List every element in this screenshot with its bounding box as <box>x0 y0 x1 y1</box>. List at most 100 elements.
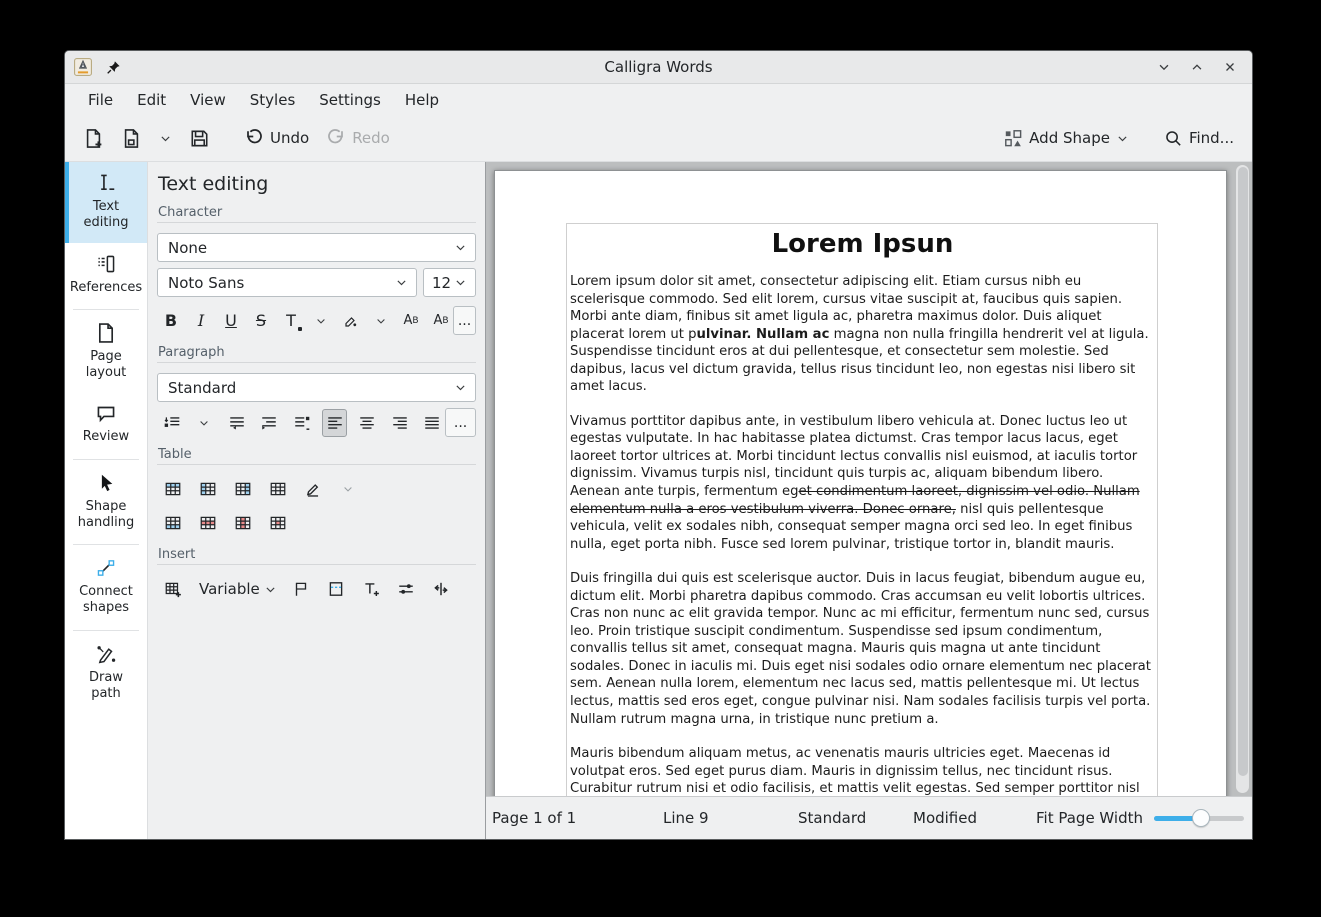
menu-view[interactable]: View <box>179 88 237 112</box>
new-document-button[interactable] <box>79 123 108 154</box>
character-style-value: None <box>168 239 454 257</box>
open-recent-dropdown[interactable] <box>155 127 176 150</box>
configure-variables-button[interactable] <box>392 575 420 603</box>
variable-label: Variable <box>199 580 260 598</box>
character-style-dropdown[interactable]: None <box>157 233 476 262</box>
status-zoom-mode[interactable]: Fit Page Width <box>1036 809 1143 827</box>
table-border-dropdown[interactable] <box>334 475 362 503</box>
highlight-color-dropdown[interactable] <box>369 308 393 334</box>
insert-text-button[interactable] <box>357 575 385 603</box>
bookmark-flag-icon <box>292 580 310 598</box>
tab-separator <box>73 544 139 545</box>
align-center-button[interactable] <box>354 409 380 437</box>
menu-file[interactable]: File <box>77 88 124 112</box>
insert-bookmark-button[interactable] <box>287 575 315 603</box>
section-rule <box>157 564 476 565</box>
sidebar-tab-references[interactable]: References <box>65 243 147 307</box>
delete-column-button[interactable] <box>229 509 257 537</box>
insert-column-left-button[interactable] <box>194 475 222 503</box>
indent-paragraph-button[interactable] <box>289 409 315 437</box>
highlight-color-button[interactable] <box>339 308 363 334</box>
section-rule <box>157 222 476 223</box>
bold-button[interactable]: B <box>159 308 183 334</box>
align-left-button[interactable] <box>322 409 348 437</box>
document-page[interactable]: Lorem Ipsun Lorem ipsum dolor sit amet, … <box>494 170 1227 796</box>
character-more-button[interactable]: ... <box>453 306 476 335</box>
status-bar: Page 1 of 1 Line 9 Standard Modified Fit… <box>486 796 1252 839</box>
italic-button[interactable]: I <box>189 308 213 334</box>
zoom-slider[interactable] <box>1154 809 1244 827</box>
list-style-dropdown[interactable] <box>192 409 218 437</box>
underline-button[interactable]: U <box>219 308 243 334</box>
align-justify-button[interactable] <box>420 409 446 437</box>
find-button[interactable]: Find... <box>1160 124 1238 153</box>
adjust-sliders-icon <box>397 580 415 598</box>
align-right-button[interactable] <box>387 409 413 437</box>
delete-row-button[interactable] <box>194 509 222 537</box>
document-view: Lorem Ipsun Lorem ipsum dolor sit amet, … <box>485 162 1252 839</box>
sidebar-tab-shape-handling[interactable]: Shape handling <box>65 462 147 543</box>
superscript-button[interactable]: AB <box>399 308 423 334</box>
chevron-down-icon <box>454 381 467 394</box>
sidebar-tab-page-layout[interactable]: Page layout <box>65 312 147 393</box>
menu-edit[interactable]: Edit <box>126 88 177 112</box>
save-button[interactable] <box>185 123 214 154</box>
close-button[interactable] <box>1221 58 1239 76</box>
font-family-dropdown[interactable]: Noto Sans <box>157 268 417 297</box>
decrease-indent-button[interactable] <box>224 409 250 437</box>
font-size-spinner[interactable]: 12 <box>423 268 476 297</box>
section-insert-label: Insert <box>158 547 475 562</box>
zoom-slider-handle[interactable] <box>1192 809 1210 827</box>
open-document-icon <box>121 128 142 149</box>
comment-bubble-icon <box>95 402 117 424</box>
delete-column-icon <box>234 514 252 532</box>
document-canvas[interactable]: Lorem Ipsun Lorem ipsum dolor sit amet, … <box>486 162 1252 796</box>
sidebar-tab-text-editing[interactable]: Text editing <box>65 162 147 243</box>
paragraph-more-button[interactable]: ... <box>445 408 476 437</box>
tool-tab-strip: Text editing References Page layout Revi <box>65 162 148 839</box>
menu-settings[interactable]: Settings <box>308 88 392 112</box>
table-row-2 <box>159 509 476 537</box>
subscript-button[interactable]: AB <box>429 308 453 334</box>
paragraph-3: Duis fringilla dui quis est scelerisque … <box>570 570 1155 728</box>
minimize-button[interactable] <box>1155 58 1173 76</box>
maximize-button[interactable] <box>1188 58 1206 76</box>
insert-row-above-button[interactable] <box>159 475 187 503</box>
font-color-button[interactable]: T <box>279 308 303 334</box>
increase-indent-button[interactable] <box>257 409 283 437</box>
undo-button[interactable]: Undo <box>240 123 313 153</box>
status-style-name[interactable]: Standard <box>798 809 866 827</box>
delete-table-button[interactable] <box>264 509 292 537</box>
undo-label: Undo <box>270 129 309 147</box>
redo-button[interactable]: Redo <box>322 123 394 153</box>
table-row-1 <box>159 475 476 503</box>
vertical-scrollbar[interactable] <box>1236 165 1249 793</box>
list-style-button[interactable] <box>159 409 185 437</box>
insert-column-right-button[interactable] <box>229 475 257 503</box>
sidebar-tab-label: Page layout <box>73 349 139 382</box>
font-family-value: Noto Sans <box>168 274 395 292</box>
scrollbar-thumb[interactable] <box>1238 167 1248 776</box>
search-icon <box>1164 129 1183 148</box>
table-border-pen-button[interactable] <box>299 475 327 503</box>
strikethrough-button[interactable]: S <box>249 308 273 334</box>
text-cursor-icon <box>95 172 117 194</box>
sidebar-tab-draw-path[interactable]: Draw path <box>65 633 147 714</box>
insert-variable-dropdown[interactable]: Variable <box>199 580 277 598</box>
tab-separator <box>73 459 139 460</box>
text-frame[interactable]: Lorem Ipsun Lorem ipsum dolor sit amet, … <box>566 223 1158 796</box>
insert-index-button[interactable] <box>427 575 455 603</box>
menu-styles[interactable]: Styles <box>239 88 307 112</box>
sidebar-tab-review[interactable]: Review <box>65 392 147 456</box>
menu-help[interactable]: Help <box>394 88 450 112</box>
insert-table-icon <box>164 580 182 598</box>
add-shape-button[interactable]: Add Shape <box>1000 124 1133 153</box>
insert-table-button[interactable] <box>159 575 187 603</box>
open-document-button[interactable] <box>117 123 146 154</box>
insert-row-below-button[interactable] <box>159 509 187 537</box>
insert-framebreak-button[interactable] <box>322 575 350 603</box>
sidebar-tab-connect-shapes[interactable]: Connect shapes <box>65 547 147 628</box>
merge-cells-button[interactable] <box>264 475 292 503</box>
paragraph-style-dropdown[interactable]: Standard <box>157 373 476 402</box>
font-color-dropdown[interactable] <box>309 308 333 334</box>
